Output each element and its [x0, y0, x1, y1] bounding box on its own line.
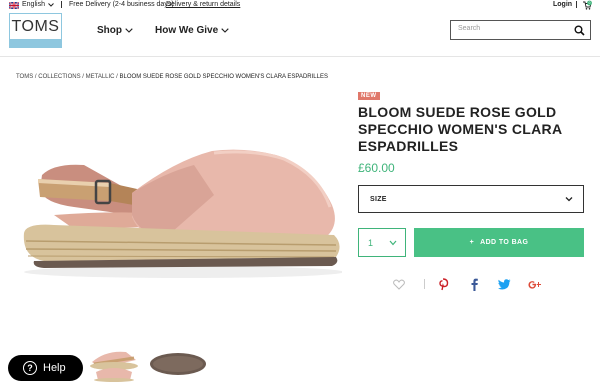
logo-text: TOMS	[11, 17, 60, 35]
nav-how-we-give[interactable]: How We Give	[155, 25, 229, 36]
add-to-bag-button[interactable]: + ADD TO BAG	[414, 228, 584, 257]
product-thumbnail[interactable]	[148, 346, 208, 382]
breadcrumb-current: BLOOM SUEDE ROSE GOLD SPECCHIO WOMEN'S C…	[119, 74, 328, 80]
breadcrumb: TOMS / COLLECTIONS / METALLIC / BLOOM SU…	[16, 74, 328, 80]
add-to-bag-label: ADD TO BAG	[480, 239, 529, 246]
help-button[interactable]: ? Help	[8, 355, 83, 381]
help-label: Help	[43, 362, 66, 374]
heart-icon[interactable]	[392, 277, 406, 291]
delivery-return-link[interactable]: Delivery & return details	[166, 0, 240, 10]
language-label: English	[22, 1, 45, 8]
delivery-text: Free Delivery (2-4 business days)	[69, 1, 174, 8]
divider	[424, 279, 425, 289]
nav-shop[interactable]: Shop	[97, 25, 133, 36]
cart-icon[interactable]: 0	[582, 0, 592, 10]
breadcrumb-link[interactable]: COLLECTIONS	[38, 74, 80, 80]
quantity-value: 1	[368, 238, 374, 248]
utility-bar: English Free Delivery (2-4 business days…	[0, 0, 600, 10]
product-price: £60.00	[358, 161, 395, 175]
chevron-down-icon	[565, 197, 573, 202]
chevron-down-icon	[125, 28, 133, 33]
product-image	[23, 149, 342, 278]
twitter-icon[interactable]	[497, 277, 511, 291]
divider	[61, 1, 62, 8]
language-selector[interactable]: English	[9, 0, 54, 10]
uk-flag-icon	[9, 1, 19, 9]
chevron-down-icon	[221, 28, 229, 33]
nav-how-we-give-label: How We Give	[155, 25, 219, 36]
pinterest-icon[interactable]	[436, 277, 450, 291]
new-badge: NEW	[358, 92, 380, 100]
cart-count: 0	[589, 1, 591, 5]
chevron-down-icon	[48, 3, 54, 7]
divider	[576, 1, 577, 8]
product-title: BLOOM SUEDE ROSE GOLD SPECCHIO WOMEN'S C…	[358, 104, 562, 154]
facebook-icon[interactable]	[467, 277, 481, 291]
nav-shop-label: Shop	[97, 25, 122, 36]
search-icon[interactable]	[574, 25, 585, 36]
toms-logo[interactable]: TOMS	[9, 13, 62, 48]
chevron-down-icon	[389, 240, 397, 246]
breadcrumb-link[interactable]: METALLIC	[86, 74, 115, 80]
plus-icon: +	[469, 239, 475, 246]
header-divider	[0, 56, 600, 57]
quantity-select[interactable]: 1	[358, 228, 406, 257]
google-plus-icon[interactable]	[528, 277, 542, 291]
size-label: SIZE	[370, 196, 387, 203]
size-select[interactable]: SIZE	[358, 185, 584, 213]
breadcrumb-link[interactable]: TOMS	[16, 74, 33, 80]
login-link[interactable]: Login	[553, 0, 572, 10]
product-thumbnail[interactable]	[86, 346, 146, 382]
search-input[interactable]: Search	[450, 20, 591, 40]
search-placeholder: Search	[458, 25, 481, 32]
logo-flag: TOMS	[9, 13, 62, 40]
question-icon: ?	[23, 361, 37, 375]
